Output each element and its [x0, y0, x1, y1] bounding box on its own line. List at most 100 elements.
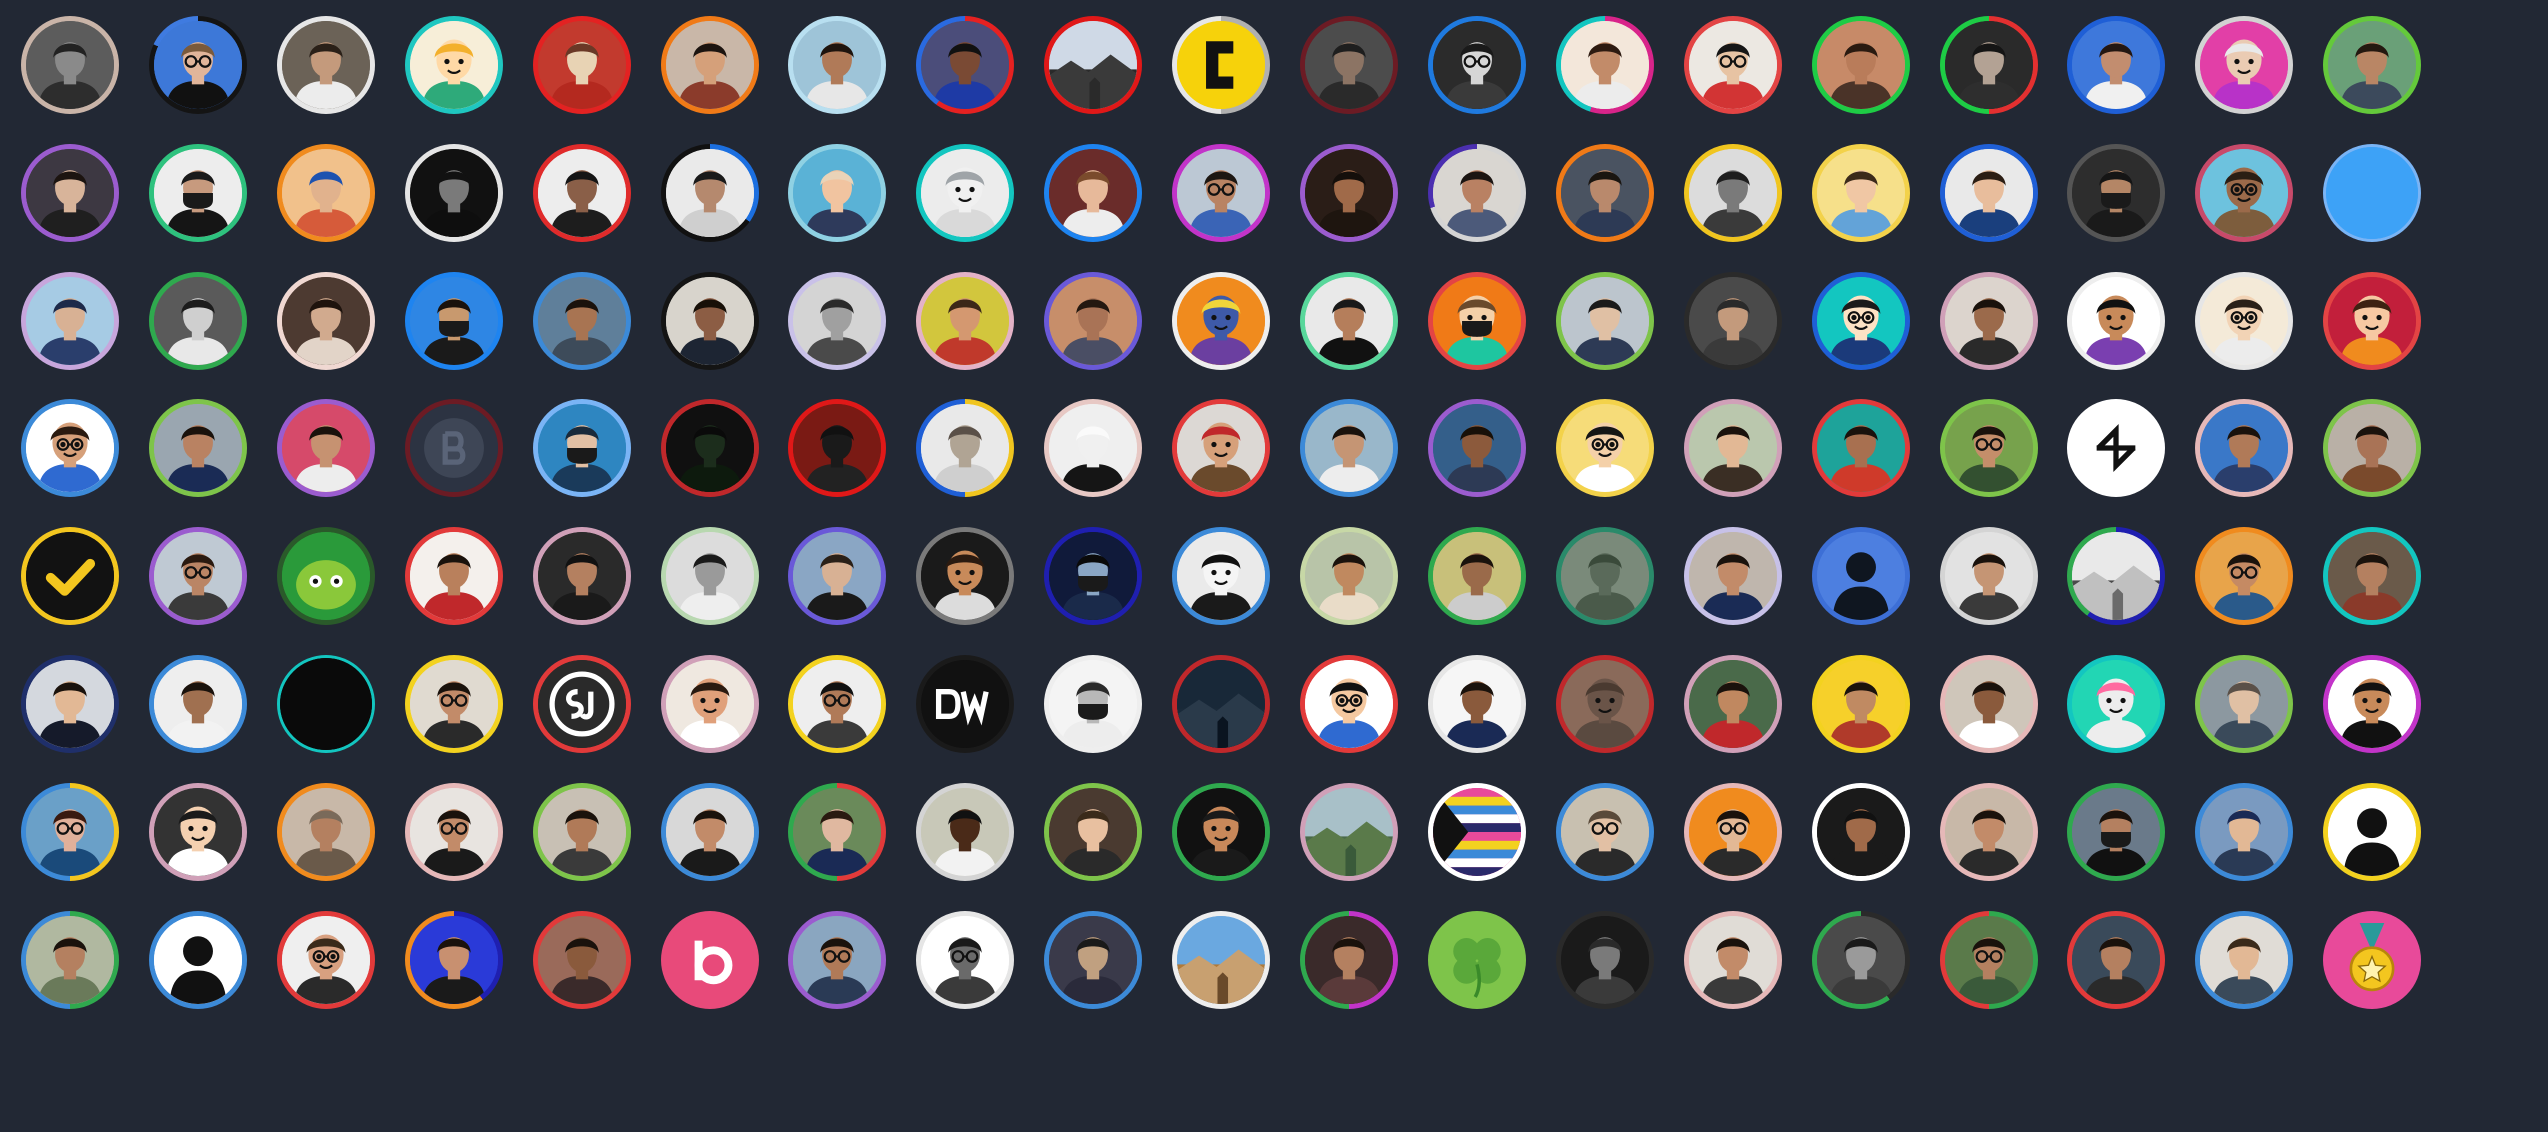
contributor-avatar[interactable]: [2067, 16, 2166, 114]
contributor-avatar[interactable]: [1683, 782, 1782, 881]
contributor-avatar[interactable]: [2195, 399, 2294, 498]
contributor-avatar[interactable]: [1044, 16, 1143, 114]
contributor-avatar[interactable]: [1939, 143, 2038, 242]
contributor-avatar[interactable]: [1811, 910, 1910, 1009]
contributor-avatar[interactable]: [660, 143, 759, 242]
contributor-avatar[interactable]: [404, 910, 503, 1009]
contributor-avatar[interactable]: [1300, 16, 1398, 114]
contributor-avatar[interactable]: [1172, 910, 1271, 1009]
contributor-avatar[interactable]: [788, 527, 887, 626]
contributor-avatar[interactable]: [276, 271, 375, 370]
contributor-avatar[interactable]: [660, 782, 759, 881]
contributor-avatar[interactable]: [788, 399, 887, 498]
contributor-avatar[interactable]: [2323, 910, 2422, 1009]
contributor-avatar[interactable]: [1683, 655, 1782, 753]
contributor-avatar[interactable]: [21, 655, 119, 753]
contributor-avatar[interactable]: [1555, 782, 1654, 881]
contributor-avatar[interactable]: [916, 527, 1015, 626]
contributor-avatar[interactable]: [2323, 527, 2422, 626]
contributor-avatar[interactable]: [2067, 271, 2166, 370]
contributor-avatar[interactable]: [148, 399, 247, 498]
contributor-avatar[interactable]: [404, 527, 503, 626]
contributor-avatar[interactable]: [660, 655, 759, 753]
contributor-avatar[interactable]: [1683, 16, 1782, 114]
contributor-avatar[interactable]: [1683, 143, 1782, 242]
contributor-avatar[interactable]: [21, 527, 119, 626]
contributor-avatar[interactable]: [788, 16, 887, 114]
contributor-avatar[interactable]: [404, 782, 503, 881]
contributor-avatar[interactable]: [404, 271, 503, 370]
contributor-avatar[interactable]: [1939, 655, 2038, 753]
contributor-avatar[interactable]: [1811, 782, 1910, 881]
contributor-avatar[interactable]: [1172, 655, 1271, 753]
contributor-avatar[interactable]: [276, 655, 375, 753]
contributor-avatar[interactable]: [1300, 527, 1398, 626]
contributor-avatar[interactable]: [1427, 16, 1526, 114]
contributor-avatar[interactable]: [1300, 399, 1398, 498]
contributor-avatar[interactable]: [148, 143, 247, 242]
contributor-avatar[interactable]: [788, 782, 887, 881]
contributor-avatar[interactable]: [1172, 527, 1271, 626]
contributor-avatar[interactable]: [148, 910, 247, 1009]
contributor-avatar[interactable]: [404, 655, 503, 753]
contributor-avatar[interactable]: [1939, 399, 2038, 498]
contributor-avatar[interactable]: [660, 399, 759, 498]
contributor-avatar[interactable]: [1939, 527, 2038, 626]
contributor-avatar[interactable]: [1555, 16, 1654, 114]
contributor-avatar[interactable]: [1555, 527, 1654, 626]
contributor-avatar[interactable]: [2195, 527, 2294, 626]
contributor-avatar[interactable]: [2195, 143, 2294, 242]
contributor-avatar[interactable]: [1044, 143, 1143, 242]
contributor-avatar[interactable]: [1939, 782, 2038, 881]
contributor-avatar[interactable]: [916, 271, 1015, 370]
contributor-avatar[interactable]: [2323, 782, 2422, 881]
contributor-avatar[interactable]: [276, 143, 375, 242]
contributor-avatar[interactable]: [1811, 143, 1910, 242]
contributor-avatar[interactable]: [1044, 910, 1143, 1009]
contributor-avatar[interactable]: [1427, 655, 1526, 753]
contributor-avatar[interactable]: [1044, 527, 1143, 626]
contributor-avatar[interactable]: [1172, 143, 1271, 242]
contributor-avatar[interactable]: [532, 143, 631, 242]
contributor-avatar[interactable]: [1683, 399, 1782, 498]
contributor-avatar[interactable]: [788, 910, 887, 1009]
contributor-avatar[interactable]: [1939, 271, 2038, 370]
contributor-avatar[interactable]: [2195, 655, 2294, 753]
contributor-avatar[interactable]: [21, 399, 119, 498]
contributor-avatar[interactable]: [660, 271, 759, 370]
contributor-avatar[interactable]: [532, 782, 631, 881]
contributor-avatar[interactable]: [276, 527, 375, 626]
contributor-avatar[interactable]: [916, 655, 1015, 753]
contributor-avatar[interactable]: [1811, 271, 1910, 370]
contributor-avatar[interactable]: [148, 782, 247, 881]
contributor-avatar[interactable]: [2067, 527, 2166, 626]
contributor-avatar[interactable]: [1811, 16, 1910, 114]
contributor-avatar[interactable]: [1683, 527, 1782, 626]
contributor-avatar[interactable]: [916, 910, 1015, 1009]
contributor-avatar[interactable]: [148, 655, 247, 753]
contributor-avatar[interactable]: [1300, 910, 1398, 1009]
contributor-avatar[interactable]: [404, 143, 503, 242]
contributor-avatar[interactable]: [1300, 143, 1398, 242]
contributor-avatar[interactable]: [2323, 143, 2422, 242]
contributor-avatar[interactable]: [1300, 271, 1398, 370]
contributor-avatar[interactable]: [1427, 527, 1526, 626]
contributor-avatar[interactable]: [2323, 399, 2422, 498]
contributor-avatar[interactable]: [1172, 399, 1271, 498]
contributor-avatar[interactable]: [2067, 655, 2166, 753]
contributor-avatar[interactable]: [2067, 782, 2166, 881]
contributor-avatar[interactable]: [1555, 655, 1654, 753]
contributor-avatar[interactable]: [148, 16, 247, 114]
contributor-avatar[interactable]: [21, 16, 119, 114]
contributor-avatar[interactable]: [21, 910, 119, 1009]
contributor-avatar[interactable]: [1044, 399, 1143, 498]
contributor-avatar[interactable]: [1555, 143, 1654, 242]
contributor-avatar[interactable]: [148, 271, 247, 370]
contributor-avatar[interactable]: [532, 271, 631, 370]
contributor-avatar[interactable]: [1939, 910, 2038, 1009]
contributor-avatar[interactable]: [2067, 910, 2166, 1009]
contributor-avatar[interactable]: [1172, 16, 1271, 114]
contributor-avatar[interactable]: [1555, 271, 1654, 370]
contributor-avatar[interactable]: [1044, 655, 1143, 753]
contributor-avatar[interactable]: [532, 399, 631, 498]
